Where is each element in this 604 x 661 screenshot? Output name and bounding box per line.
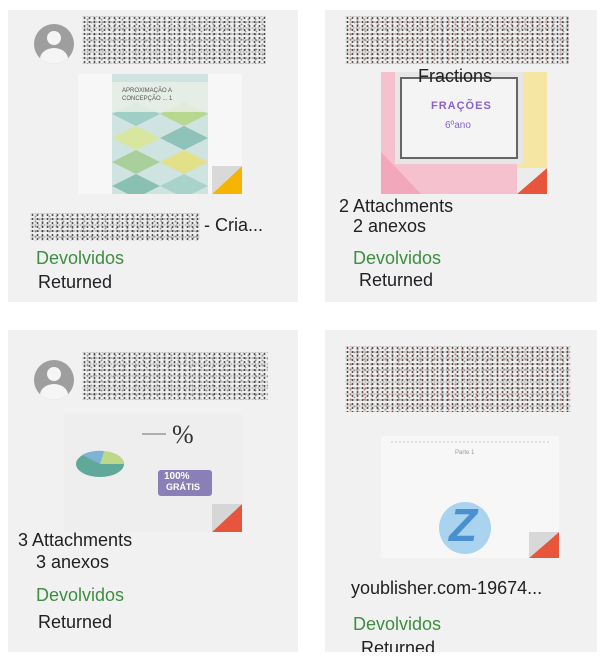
thumbnail-text-line-1: APROXIMAÇÃO A	[122, 88, 173, 94]
overlay-translation-fractions: Fractions	[418, 66, 493, 86]
redacted-author-name	[345, 346, 571, 412]
avatar-icon	[34, 24, 74, 64]
thumbnail-badge-top: 100%	[164, 471, 190, 482]
thumbnail-logo-letter: Z	[449, 499, 478, 551]
assignment-card-4[interactable]: Parte 1 Z youblisher.com-19674... Devolv…	[325, 330, 597, 652]
thumbnail-art	[381, 72, 547, 194]
attachment-thumbnail[interactable]: APROXIMAÇÃO A CONCEPÇÃO ... 1	[78, 74, 242, 194]
thumbnail-text-line-2: CONCEPÇÃO ... 1	[122, 96, 173, 102]
attachments-count-pt[interactable]: 2 anexos	[353, 216, 426, 237]
attachment-title[interactable]: youblisher.com-19674...	[351, 578, 542, 599]
assignment-card-1[interactable]: APROXIMAÇÃO A CONCEPÇÃO ... 1 - Cria... …	[8, 10, 298, 302]
status-returned: Returned	[361, 638, 436, 652]
attachment-thumbnail[interactable]: % 100% GRÁTIS	[64, 414, 242, 532]
attachments-count-en[interactable]: 3 Attachments	[18, 530, 132, 551]
assignment-card-2[interactable]: FRAÇÕES 6ºano Fractions 2 Attachments 2 …	[325, 10, 597, 302]
status-returned: Returned	[359, 270, 434, 290]
thumbnail-caption: Parte 1	[455, 450, 475, 456]
thumbnail-badge-bottom: GRÁTIS	[166, 482, 201, 492]
thumbnail-title: FRAÇÕES	[431, 100, 492, 112]
thumbnail-art	[64, 414, 242, 532]
status-devolvidos: Devolvidos	[36, 585, 125, 605]
attachment-thumbnail[interactable]: FRAÇÕES 6ºano	[381, 72, 547, 194]
assignment-title-suffix[interactable]: - Cria...	[204, 215, 263, 236]
attachment-thumbnail[interactable]: Parte 1 Z	[381, 436, 559, 558]
redacted-author-name	[345, 16, 569, 64]
thumbnail-subtitle: 6ºano	[445, 120, 471, 131]
status-devolvidos: Devolvidos	[36, 248, 125, 268]
status-devolvidos: Devolvidos	[353, 248, 442, 268]
assignment-card-3[interactable]: % 100% GRÁTIS 3 Attachments 3 anexos Dev…	[8, 330, 298, 652]
attachments-count-en[interactable]: 2 Attachments	[339, 196, 453, 217]
status-returned: Returned	[38, 272, 113, 292]
avatar-icon	[34, 360, 74, 400]
redacted-author-name	[82, 352, 268, 400]
pie-chart-icon	[76, 450, 125, 477]
status-returned: Returned	[38, 612, 113, 632]
thumbnail-percent: %	[172, 420, 194, 449]
redacted-author-name	[82, 16, 266, 64]
status-devolvidos: Devolvidos	[353, 614, 442, 634]
attachments-count-pt[interactable]: 3 anexos	[36, 552, 109, 573]
redacted-title	[30, 213, 200, 241]
